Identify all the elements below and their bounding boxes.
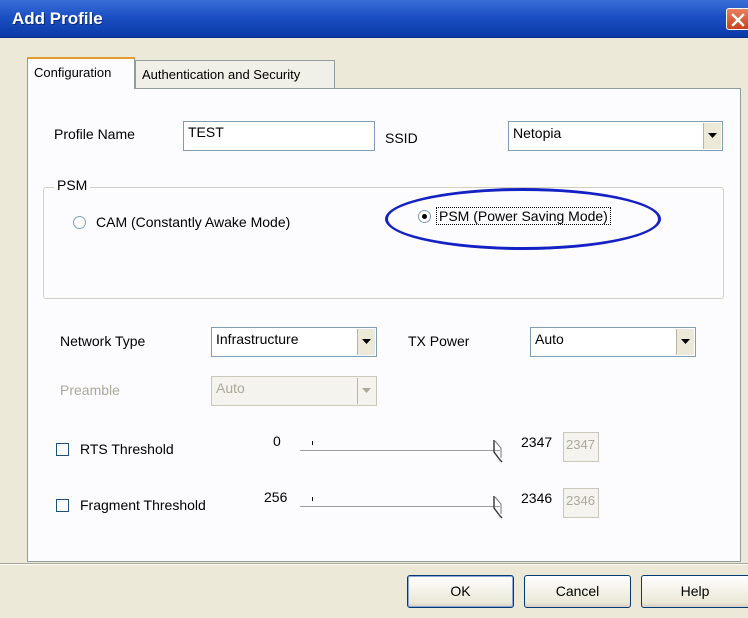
fragment-max-value: 2346 — [521, 490, 553, 506]
profile-name-label: Profile Name — [54, 126, 135, 142]
fragment-threshold-label[interactable]: Fragment Threshold — [80, 497, 206, 513]
rts-value: 2347 — [566, 437, 595, 452]
rts-threshold-checkbox[interactable] — [56, 443, 69, 456]
ssid-label: SSID — [385, 130, 418, 146]
chevron-down-icon[interactable] — [676, 329, 694, 355]
cam-radio-label[interactable]: CAM (Constantly Awake Mode) — [96, 214, 290, 230]
rts-value-box[interactable]: 2347 — [563, 432, 599, 462]
cancel-button[interactable]: Cancel — [524, 575, 631, 608]
fragment-min-value: 256 — [264, 489, 288, 505]
rts-min-value: 0 — [273, 433, 281, 449]
network-type-select[interactable]: Infrastructure — [211, 327, 377, 357]
fragment-slider-thumb[interactable] — [492, 494, 504, 520]
chevron-down-icon[interactable] — [357, 378, 375, 404]
chevron-down-icon[interactable] — [357, 329, 375, 355]
profile-name-input[interactable]: TEST — [183, 121, 375, 151]
tab-panel-configuration — [27, 88, 741, 562]
preamble-select[interactable]: Auto — [211, 376, 377, 406]
fragment-value: 2346 — [566, 493, 595, 508]
rts-max-value: 2347 — [521, 434, 553, 450]
preamble-value: Auto — [216, 380, 245, 396]
cam-radio[interactable] — [73, 216, 86, 229]
rts-slider-track[interactable] — [300, 450, 500, 453]
rts-threshold-label[interactable]: RTS Threshold — [80, 441, 174, 457]
rts-slider-tick — [312, 441, 313, 445]
close-button[interactable] — [726, 8, 748, 30]
psm-group-title: PSM — [54, 177, 91, 193]
chevron-down-icon[interactable] — [703, 123, 721, 149]
tab-authentication-security[interactable]: Authentication and Security — [135, 60, 335, 88]
fragment-slider-tick — [312, 497, 313, 501]
close-icon — [731, 13, 745, 27]
fragment-threshold-checkbox[interactable] — [56, 499, 69, 512]
rts-slider-thumb[interactable] — [492, 438, 504, 464]
help-button[interactable]: Help — [641, 575, 748, 608]
profile-name-value: TEST — [188, 124, 224, 140]
window-title: Add Profile — [12, 9, 103, 28]
network-type-value: Infrastructure — [216, 331, 299, 347]
highlight-annotation-ellipse — [385, 188, 661, 250]
add-profile-dialog: Add Profile Configuration Authentication… — [0, 0, 748, 618]
network-type-label: Network Type — [60, 333, 146, 349]
fragment-value-box[interactable]: 2346 — [563, 488, 599, 518]
ssid-select[interactable]: Netopia — [508, 121, 723, 151]
fragment-slider-track[interactable] — [300, 506, 500, 509]
preamble-label: Preamble — [60, 382, 120, 398]
title-bar[interactable]: Add Profile — [0, 0, 748, 38]
tx-power-value: Auto — [535, 331, 564, 347]
ok-button[interactable]: OK — [407, 575, 514, 608]
tab-configuration[interactable]: Configuration — [27, 57, 135, 89]
tx-power-select[interactable]: Auto — [530, 327, 696, 357]
ssid-value: Netopia — [513, 125, 562, 141]
tx-power-label: TX Power — [408, 333, 470, 349]
bottom-separator — [0, 563, 748, 565]
